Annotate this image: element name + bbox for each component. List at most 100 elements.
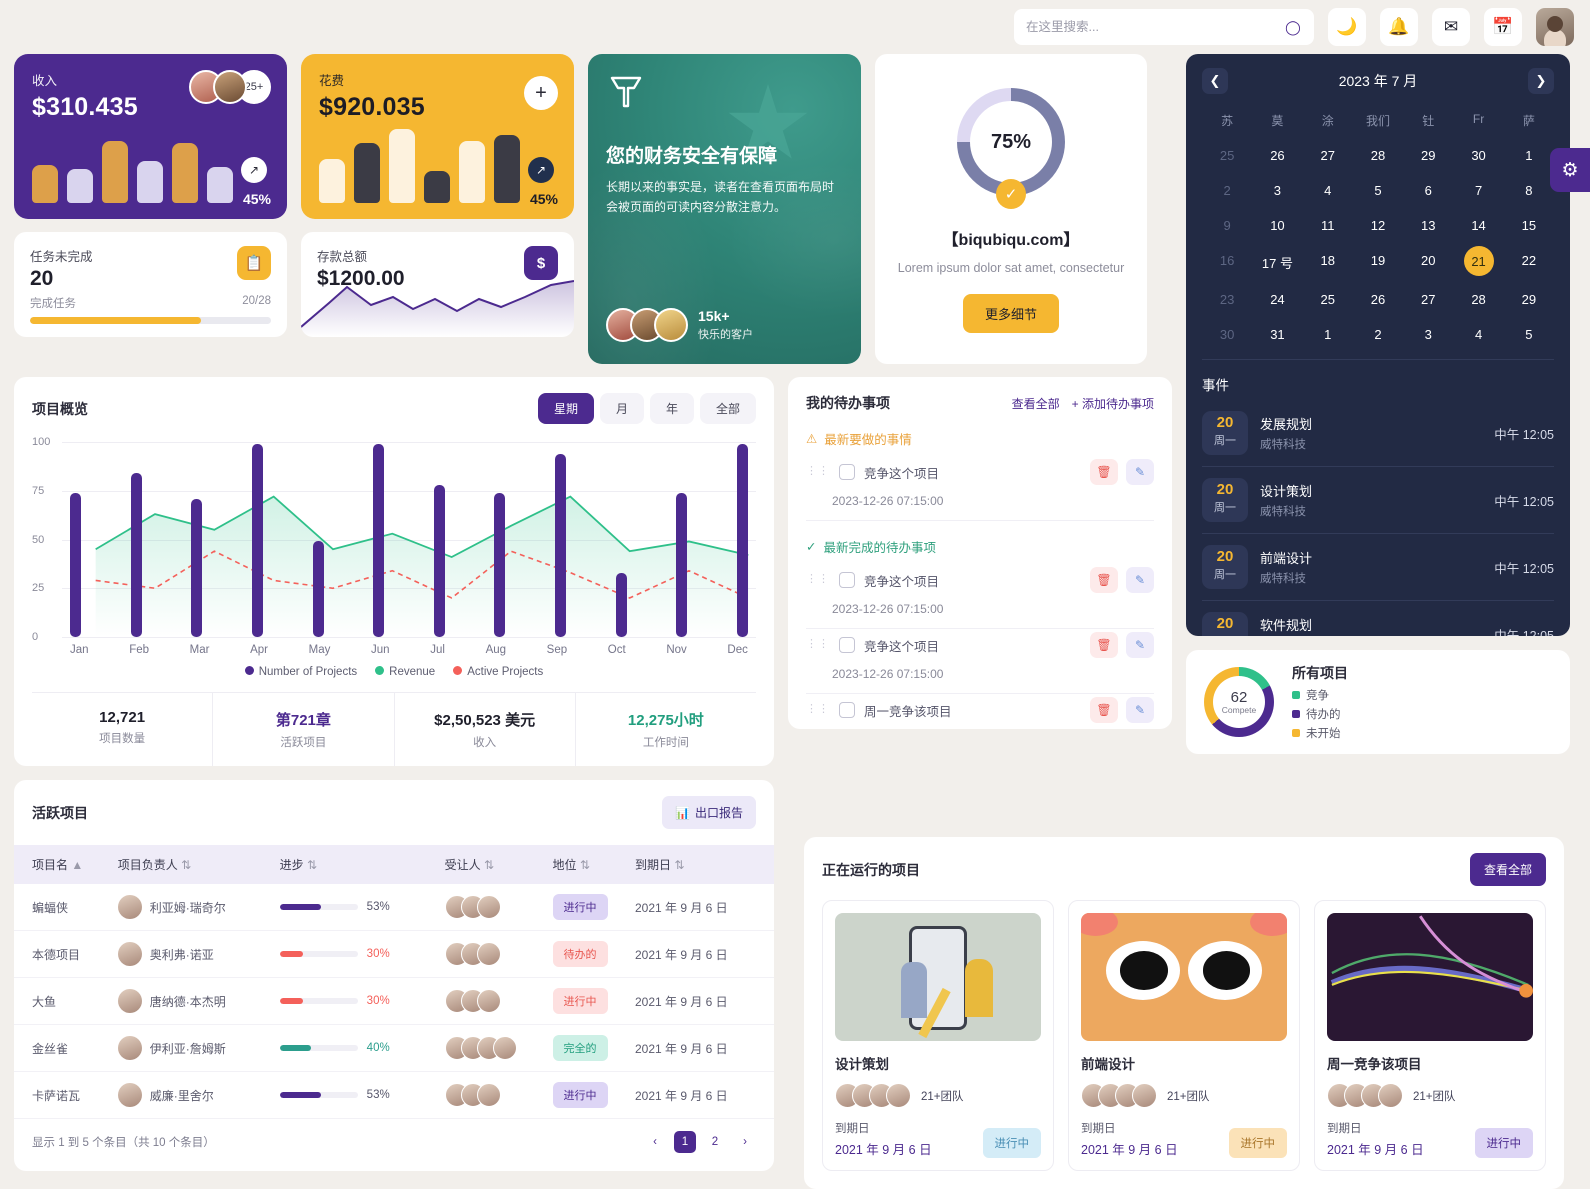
calendar-day[interactable]: 11	[1303, 211, 1353, 240]
chart-range-3[interactable]: 全部	[699, 393, 756, 424]
project-status-button[interactable]: 进行中	[1474, 1128, 1533, 1158]
column-header-3[interactable]: 受让人 ⇅	[444, 845, 553, 884]
calendar-day[interactable]: 13	[1403, 211, 1453, 240]
running-project-card[interactable]: 前端设计 21+团队 到期日 2021 年 9 月 6 日 进行中	[1068, 900, 1300, 1171]
table-row[interactable]: 卡萨诺瓦 威廉·里舍尔 53% 进行中 2021 年 9 月 6 日	[14, 1071, 774, 1119]
drag-handle-icon[interactable]: ⋮⋮	[806, 704, 830, 715]
settings-gear-icon[interactable]: ⚙	[1550, 148, 1590, 192]
delete-icon[interactable]: 🗑	[1090, 632, 1118, 658]
event-item[interactable]: 20 周一 前端设计 威特科技 中午 12:05	[1202, 534, 1554, 601]
event-item[interactable]: 20 周一 设计策划 威特科技 中午 12:05	[1202, 467, 1554, 534]
project-status-button[interactable]: 进行中	[982, 1128, 1041, 1158]
calendar-day[interactable]: 25	[1303, 285, 1353, 314]
calendar-day[interactable]: 29	[1504, 285, 1554, 314]
calendar-day[interactable]: 2	[1202, 176, 1252, 205]
calendar-day[interactable]: 26	[1353, 285, 1403, 314]
calendar-day[interactable]: 22	[1504, 246, 1554, 279]
todo-item[interactable]: ⋮⋮ 周一竞争该项目 🗑 ✎	[806, 694, 1154, 726]
calendar-day[interactable]: 14	[1453, 211, 1503, 240]
calendar-day[interactable]: 29	[1403, 141, 1453, 170]
chart-range-0[interactable]: 星期	[537, 393, 594, 424]
chart-range-1[interactable]: 月	[599, 393, 644, 424]
mail-icon[interactable]: ✉	[1432, 8, 1470, 46]
edit-icon[interactable]: ✎	[1126, 632, 1154, 658]
calendar-day[interactable]: 17 号	[1252, 246, 1302, 279]
more-details-button[interactable]: 更多细节	[962, 294, 1059, 333]
todo-item[interactable]: ⋮⋮ 竞争这个项目 🗑 ✎	[806, 456, 1154, 488]
column-header-5[interactable]: 到期日 ⇅	[634, 845, 774, 884]
running-project-card[interactable]: 周一竞争该项目 21+团队 到期日 2021 年 9 月 6 日 进行中	[1314, 900, 1546, 1171]
todo-view-all-link[interactable]: 查看全部	[1012, 395, 1060, 412]
bell-icon[interactable]: 🔔	[1380, 8, 1418, 46]
calendar-day[interactable]: 30	[1202, 320, 1252, 349]
delete-icon[interactable]: 🗑	[1090, 459, 1118, 485]
delete-icon[interactable]: 🗑	[1090, 697, 1118, 723]
calendar-day[interactable]: 15	[1504, 211, 1554, 240]
delete-icon[interactable]: 🗑	[1090, 567, 1118, 593]
table-row[interactable]: 蝙蝠侠 利亚姆·瑞奇尔 53% 进行中 2021 年 9 月 6 日	[14, 884, 774, 931]
project-status-button[interactable]: 进行中	[1228, 1128, 1287, 1158]
table-row[interactable]: 金丝雀 伊利亚·詹姆斯 40% 完全的 2021 年 9 月 6 日	[14, 1024, 774, 1072]
todo-item[interactable]: ⋮⋮ 竞争这个项目 🗑 ✎	[806, 629, 1154, 661]
calendar-day[interactable]: 24	[1252, 285, 1302, 314]
column-header-0[interactable]: 项目名 ▲	[14, 845, 118, 884]
edit-icon[interactable]: ✎	[1126, 697, 1154, 723]
calendar-day[interactable]: 27	[1403, 285, 1453, 314]
event-item[interactable]: 20 周一 软件规划 威特科技 中午 12:05	[1202, 601, 1554, 636]
todo-checkbox[interactable]	[839, 572, 855, 588]
calendar-day[interactable]: 5	[1504, 320, 1554, 349]
calendar-prev-button[interactable]: ❮	[1202, 68, 1228, 94]
calendar-day[interactable]: 27	[1303, 141, 1353, 170]
page-button-2[interactable]: 2	[704, 1131, 726, 1153]
calendar-day[interactable]: 25	[1202, 141, 1252, 170]
calendar-day[interactable]: 31	[1252, 320, 1302, 349]
prev-page-button[interactable]: ‹	[644, 1131, 666, 1153]
calendar-day[interactable]: 12	[1353, 211, 1403, 240]
edit-icon[interactable]: ✎	[1126, 459, 1154, 485]
calendar-day[interactable]: 6	[1403, 176, 1453, 205]
avatar[interactable]	[1536, 8, 1574, 46]
search-box[interactable]: ◯	[1014, 9, 1314, 45]
calendar-icon[interactable]: 📅	[1484, 8, 1522, 46]
calendar-day[interactable]: 23	[1202, 285, 1252, 314]
column-header-2[interactable]: 进步 ⇅	[279, 845, 445, 884]
export-report-button[interactable]: 📊 出口报告	[662, 796, 756, 829]
todo-item[interactable]: ⋮⋮ 竞争这个项目 🗑 ✎	[806, 564, 1154, 596]
calendar-day[interactable]: 16	[1202, 246, 1252, 279]
calendar-day[interactable]: 9	[1202, 211, 1252, 240]
calendar-day[interactable]: 28	[1353, 141, 1403, 170]
calendar-day[interactable]: 3	[1252, 176, 1302, 205]
calendar-day[interactable]: 8	[1504, 176, 1554, 205]
todo-checkbox[interactable]	[839, 637, 855, 653]
calendar-day[interactable]: 7	[1453, 176, 1503, 205]
calendar-day[interactable]: 20	[1403, 246, 1453, 279]
table-row[interactable]: 本德项目 奥利弗·诺亚 30% 待办的 2021 年 9 月 6 日	[14, 930, 774, 978]
calendar-day[interactable]: 3	[1403, 320, 1453, 349]
todo-add-link[interactable]: + 添加待办事项	[1072, 395, 1154, 412]
calendar-day[interactable]: 4	[1453, 320, 1503, 349]
column-header-4[interactable]: 地位 ⇅	[552, 845, 635, 884]
calendar-day[interactable]: 1	[1303, 320, 1353, 349]
calendar-day[interactable]: 10	[1252, 211, 1302, 240]
page-button-1[interactable]: 1	[674, 1131, 696, 1153]
calendar-day[interactable]: 2	[1353, 320, 1403, 349]
calendar-day[interactable]: 5	[1353, 176, 1403, 205]
table-row[interactable]: 大鱼 唐纳德·本杰明 30% 进行中 2021 年 9 月 6 日	[14, 977, 774, 1025]
drag-handle-icon[interactable]: ⋮⋮	[806, 574, 830, 585]
calendar-day[interactable]: 21	[1463, 246, 1494, 276]
running-project-card[interactable]: 设计策划 21+团队 到期日 2021 年 9 月 6 日 进行中	[822, 900, 1054, 1171]
edit-icon[interactable]: ✎	[1126, 567, 1154, 593]
search-icon[interactable]: ◯	[1285, 19, 1302, 36]
event-item[interactable]: 20 周一 发展规划 威特科技 中午 12:05	[1202, 400, 1554, 467]
calendar-day[interactable]: 4	[1303, 176, 1353, 205]
next-page-button[interactable]: ›	[734, 1131, 756, 1153]
drag-handle-icon[interactable]: ⋮⋮	[806, 639, 830, 650]
drag-handle-icon[interactable]: ⋮⋮	[806, 466, 830, 477]
calendar-day[interactable]: 28	[1453, 285, 1503, 314]
todo-checkbox[interactable]	[839, 464, 855, 480]
todo-checkbox[interactable]	[839, 702, 855, 718]
calendar-day[interactable]: 18	[1303, 246, 1353, 279]
add-expense-button[interactable]: +	[524, 76, 558, 110]
moon-icon[interactable]: 🌙	[1328, 8, 1366, 46]
calendar-next-button[interactable]: ❯	[1527, 68, 1554, 94]
